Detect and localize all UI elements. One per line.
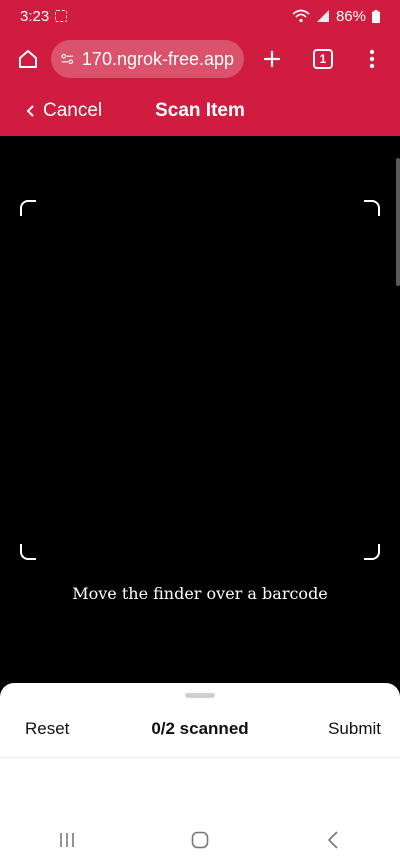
finder-corner-top-left (20, 200, 36, 216)
status-right-group: 86% (292, 8, 380, 25)
home-nav-button[interactable] (182, 822, 218, 858)
browser-toolbar: 170.ngrok-free.app 1 (0, 32, 400, 86)
tab-switcher-button[interactable]: 1 (305, 41, 340, 77)
status-bar: 3:23 86% (0, 0, 400, 32)
back-nav-icon (328, 831, 338, 849)
site-settings-icon[interactable] (61, 51, 74, 67)
wifi-icon (292, 9, 310, 23)
cancel-button[interactable]: Cancel (26, 100, 102, 122)
app-header: Cancel Scan Item (0, 86, 400, 136)
submit-button[interactable]: Submit (328, 719, 381, 739)
more-menu-icon (370, 49, 375, 69)
status-time: 3:23 (20, 7, 50, 25)
recents-icon (59, 833, 74, 847)
tab-switcher-icon: 1 (313, 49, 334, 69)
sheet-handle[interactable] (185, 693, 215, 698)
battery-percent: 86% (335, 7, 366, 25)
system-nav-bar (0, 813, 400, 867)
finder-corner-top-right (364, 200, 380, 216)
more-menu-button[interactable] (355, 41, 390, 77)
recents-button[interactable] (49, 822, 85, 858)
url-text: 170.ngrok-free.app (81, 48, 235, 69)
home-nav-icon (191, 831, 209, 849)
signal-icon (316, 10, 329, 22)
sheet-actions: Reset 0/2 scanned Submit (0, 707, 400, 751)
battery-icon (372, 9, 380, 23)
reset-button[interactable]: Reset (25, 719, 69, 739)
finder-corner-bottom-right (364, 544, 380, 560)
home-button[interactable] (10, 41, 45, 77)
status-time-group: 3:23 (20, 7, 68, 25)
address-bar[interactable]: 170.ngrok-free.app (51, 40, 245, 78)
scan-hint: Move the finder over a barcode (72, 584, 328, 603)
cancel-label: Cancel (43, 100, 103, 121)
scrollbar-thumb[interactable] (396, 158, 400, 286)
chevron-left-icon (26, 105, 34, 117)
back-nav-button[interactable] (315, 822, 351, 858)
home-icon (18, 50, 37, 68)
screen-record-icon (55, 10, 68, 22)
new-tab-button[interactable] (254, 41, 289, 77)
scan-finder (20, 200, 380, 560)
new-tab-icon (263, 51, 280, 67)
bottom-sheet: Reset 0/2 scanned Submit (0, 683, 400, 813)
sheet-divider (0, 757, 400, 758)
finder-corner-bottom-left (20, 544, 36, 560)
